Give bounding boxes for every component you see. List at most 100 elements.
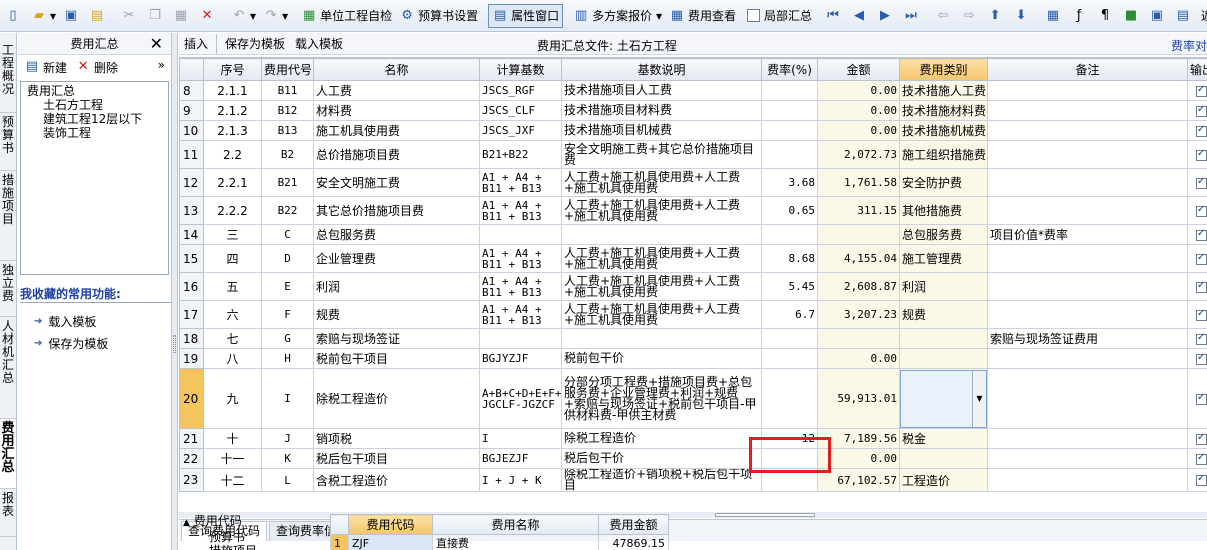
cell-amount[interactable]: 67,102.57 bbox=[817, 468, 900, 492]
cell-desc[interactable]: 税后包干价 bbox=[561, 448, 762, 469]
header-code[interactable]: 费用代号 bbox=[261, 58, 314, 81]
fee-view-button[interactable]: ▦ 费用查看 bbox=[666, 4, 739, 28]
cell-seq[interactable]: 十一 bbox=[203, 448, 262, 469]
cell-rate[interactable] bbox=[761, 368, 818, 429]
cell-seq[interactable]: 2.1.3 bbox=[203, 120, 262, 141]
vtab-budget-book[interactable]: 预算书 bbox=[0, 113, 16, 171]
cell-rate[interactable] bbox=[761, 120, 818, 141]
table-row[interactable]: 18 七 G 索赔与现场签证 索赔与现场签证费用 bbox=[179, 328, 1207, 349]
cell-rate[interactable] bbox=[761, 348, 818, 369]
cell-code[interactable]: D bbox=[261, 244, 314, 273]
output-checkbox[interactable] bbox=[1187, 328, 1207, 349]
cell-code[interactable]: F bbox=[261, 300, 314, 329]
cell-note[interactable] bbox=[987, 448, 1188, 469]
cell-category[interactable] bbox=[899, 448, 988, 469]
cell-base[interactable]: JSCS_RGF bbox=[479, 80, 562, 101]
output-checkbox[interactable] bbox=[1187, 100, 1207, 121]
delete-icon[interactable]: ✕ bbox=[196, 4, 221, 28]
cell-base[interactable] bbox=[479, 328, 562, 349]
cell-desc[interactable]: 人工费+施工机具使用费+人工费+施工机具使用费 bbox=[561, 244, 762, 273]
cell-desc[interactable]: 人工费+施工机具使用费+人工费+施工机具使用费 bbox=[561, 300, 762, 329]
cell-note[interactable] bbox=[987, 368, 1188, 429]
output-checkbox[interactable] bbox=[1187, 272, 1207, 301]
checkbox-checked-icon[interactable] bbox=[1196, 124, 1207, 137]
document-icon[interactable]: ▤ bbox=[1172, 4, 1197, 28]
cell-category[interactable]: 其他措施费 bbox=[899, 196, 988, 225]
cell-rate[interactable]: 8.68 bbox=[761, 244, 818, 273]
output-checkbox[interactable] bbox=[1187, 348, 1207, 369]
cell-base[interactable]: I + J + K bbox=[479, 468, 562, 492]
cell-desc[interactable]: 人工费+施工机具使用费+人工费+施工机具使用费 bbox=[561, 168, 762, 197]
cell-code[interactable]: B12 bbox=[261, 100, 314, 121]
category-dropdown[interactable]: ▼ bbox=[900, 369, 987, 428]
table-row[interactable]: 8 2.1.1 B11 人工费 JSCS_RGF 技术措施项目人工费 0.00 技术措施人工费 bbox=[179, 80, 1207, 101]
fee-code-tree-root[interactable]: ▲ 费用代码 bbox=[183, 514, 257, 530]
cell-name[interactable]: 销项税 bbox=[313, 428, 480, 449]
cell-desc[interactable]: 分部分项工程费+措施项目费+总包服务费+企业管理费+利润+规费+索赔与现场签证+… bbox=[561, 368, 762, 429]
cell-rate[interactable] bbox=[761, 140, 818, 169]
property-window-button[interactable]: ▤ 属性窗口 bbox=[488, 3, 564, 28]
image-icon[interactable]: ▣ bbox=[1146, 4, 1171, 28]
cell-name[interactable]: 施工机具使用费 bbox=[313, 120, 480, 141]
output-checkbox[interactable] bbox=[1187, 80, 1207, 101]
tree-node-root[interactable]: 费用汇总 bbox=[25, 84, 164, 98]
fee-code-tree-node[interactable]: 措施项目 bbox=[183, 544, 257, 550]
cell-note[interactable] bbox=[987, 244, 1188, 273]
cell-name[interactable]: 含税工程造价 bbox=[313, 468, 480, 492]
output-checkbox[interactable] bbox=[1187, 300, 1207, 329]
output-checkbox[interactable] bbox=[1187, 196, 1207, 225]
cell-name[interactable]: 索赔与现场签证 bbox=[313, 328, 480, 349]
cell-note[interactable] bbox=[987, 168, 1188, 197]
cell-note[interactable] bbox=[987, 348, 1188, 369]
checkbox-checked-icon[interactable] bbox=[1196, 308, 1207, 321]
vtab-measures[interactable]: 措施项目 bbox=[0, 171, 16, 261]
cell-desc[interactable]: 技术措施项目材料费 bbox=[561, 100, 762, 121]
cell-code[interactable]: B13 bbox=[261, 120, 314, 141]
checkbox-checked-icon[interactable] bbox=[1196, 252, 1207, 265]
insert-button[interactable]: 插入 bbox=[179, 35, 213, 52]
row-number[interactable]: 20 bbox=[179, 368, 204, 429]
cell-category[interactable]: 施工管理费 bbox=[899, 244, 988, 273]
output-checkbox[interactable] bbox=[1187, 120, 1207, 141]
cell-seq[interactable]: 八 bbox=[203, 348, 262, 369]
cell-amount[interactable]: 0.00 bbox=[817, 80, 900, 101]
cell-name[interactable]: 企业管理费 bbox=[313, 244, 480, 273]
cell-seq[interactable]: 2.2.1 bbox=[203, 168, 262, 197]
rate-link[interactable]: 费率对 bbox=[1171, 37, 1207, 54]
cell-note[interactable]: 项目价值*费率 bbox=[987, 224, 1188, 245]
vtab-independent-fee[interactable]: 独立费 bbox=[0, 261, 16, 317]
cell-base[interactable]: A1 + A4 + B11 + B13 bbox=[479, 168, 562, 197]
tree-node-building[interactable]: 建筑工程12层以下 bbox=[25, 112, 164, 126]
cell-rate[interactable] bbox=[761, 468, 818, 492]
header-name[interactable]: 名称 bbox=[313, 58, 480, 81]
partial-summary-toggle[interactable]: 局部汇总 bbox=[740, 4, 815, 28]
paste-icon[interactable]: ▦ bbox=[170, 4, 195, 28]
save-all-icon[interactable]: ▤ bbox=[86, 4, 111, 28]
table-row[interactable]: 23 十二 L 含税工程造价 I + J + K 除税工程造价+销项税+税后包干项目 67,… bbox=[179, 468, 1207, 492]
cell-name[interactable]: 安全文明施工费 bbox=[313, 168, 480, 197]
checkbox-checked-icon[interactable] bbox=[1196, 104, 1207, 117]
cell-amount[interactable]: 4,155.04 bbox=[817, 244, 900, 273]
cell-base[interactable]: A+B+C+D+E+F+G+H-JGCLF-JGZCF bbox=[479, 368, 562, 429]
cell-base[interactable]: B21+B22 bbox=[479, 140, 562, 169]
cell-note[interactable] bbox=[987, 80, 1188, 101]
checkbox-checked-icon[interactable] bbox=[1196, 432, 1207, 445]
cell-amount[interactable]: 0.00 bbox=[817, 348, 900, 369]
row-number[interactable]: 19 bbox=[179, 348, 204, 369]
cell-amount[interactable]: 0.00 bbox=[817, 448, 900, 469]
output-checkbox[interactable] bbox=[1187, 448, 1207, 469]
arrow-down-icon[interactable]: ⬇ bbox=[1010, 4, 1035, 28]
load-template-button[interactable]: 载入模板 bbox=[290, 35, 348, 52]
cell-name[interactable]: 除税工程造价 bbox=[313, 368, 480, 429]
double-chevron-right-icon[interactable]: » bbox=[158, 58, 165, 72]
cell-name[interactable]: 材料费 bbox=[313, 100, 480, 121]
cell-rate[interactable]: 5.45 bbox=[761, 272, 818, 301]
output-checkbox[interactable] bbox=[1187, 224, 1207, 245]
paragraph-icon[interactable]: ¶ bbox=[1094, 4, 1119, 28]
header-note[interactable]: 备注 bbox=[987, 58, 1188, 81]
cell-seq[interactable]: 2.2 bbox=[203, 140, 262, 169]
cell-base[interactable] bbox=[479, 224, 562, 245]
cell-code[interactable]: B11 bbox=[261, 80, 314, 101]
cell-category[interactable]: 工程造价 bbox=[899, 468, 988, 492]
fee-code-tree-node[interactable]: 预算书 bbox=[183, 530, 257, 544]
